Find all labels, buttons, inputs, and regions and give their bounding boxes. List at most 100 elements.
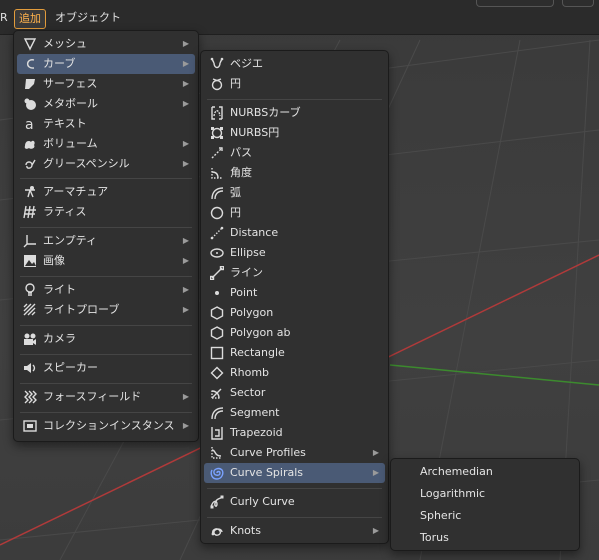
menu-item-sector[interactable]: Sector: [204, 383, 385, 403]
menu-item-polygon-ab[interactable]: Polygon ab: [204, 323, 385, 343]
menu-item-light-probe[interactable]: ライトプローブ ▶: [17, 300, 195, 320]
submenu-arrow-icon: ▶: [182, 236, 189, 245]
header-dropdown[interactable]: [476, 0, 554, 7]
menu-item-label: Curve Profiles: [230, 446, 306, 459]
menu-item-circle[interactable]: 円: [204, 203, 385, 223]
menu-item-line[interactable]: ライン: [204, 263, 385, 283]
menu-item-label: Segment: [230, 406, 280, 419]
menu-item-metaball[interactable]: メタボール ▶: [17, 94, 195, 114]
menu-item-spheric[interactable]: Spheric: [394, 506, 576, 526]
path-icon: [210, 146, 224, 160]
menu-item-surface[interactable]: サーフェス ▶: [17, 74, 195, 94]
camera-icon: [23, 332, 37, 346]
header-dropdown-small[interactable]: [562, 0, 594, 7]
force-field-icon: [23, 390, 37, 404]
menu-item-image[interactable]: 画像 ▶: [17, 251, 195, 271]
menu-item-label: ラティス: [43, 205, 87, 218]
menu-item-label: Torus: [420, 531, 449, 544]
menu-item-armature[interactable]: アーマチュア: [17, 182, 195, 202]
menu-item-volume[interactable]: ボリューム ▶: [17, 134, 195, 154]
menu-item-nurbs-curve[interactable]: NURBSカーブ: [204, 103, 385, 123]
menu-item-label: ライトプローブ: [43, 303, 120, 316]
menu-item-curve[interactable]: カーブ ▶: [17, 54, 195, 74]
armature-icon: [23, 185, 37, 199]
menu-item-label: Rhomb: [230, 366, 270, 379]
menu-item-segment[interactable]: Segment: [204, 403, 385, 423]
menu-item-label: カーブ: [43, 57, 76, 70]
polygon-icon: [210, 306, 224, 320]
menu-item-torus[interactable]: Torus: [394, 528, 576, 548]
menu-item-angle[interactable]: 角度: [204, 163, 385, 183]
menu-item-nurbs-circle[interactable]: NURBS円: [204, 123, 385, 143]
menu-separator: [207, 99, 382, 100]
object-menu-button[interactable]: オブジェクト: [55, 9, 121, 27]
volume-icon: [23, 137, 37, 151]
submenu-arrow-icon: ▶: [182, 285, 189, 294]
menu-item-grease-pencil[interactable]: グリースペンシル ▶: [17, 154, 195, 174]
menu-item-bezier[interactable]: ベジエ: [204, 54, 385, 74]
menu-separator: [20, 178, 192, 179]
menu-item-label: メッシュ: [43, 37, 87, 50]
svg-text:a: a: [25, 117, 34, 131]
menu-separator: [207, 517, 382, 518]
menu-item-bezier-circle[interactable]: 円: [204, 74, 385, 94]
light-probe-icon: [23, 303, 37, 317]
circle-icon: [210, 206, 224, 220]
menu-item-label: 画像: [43, 254, 65, 267]
menu-item-curve-spirals[interactable]: Curve Spirals ▶: [204, 463, 385, 483]
menu-item-rhomb[interactable]: Rhomb: [204, 363, 385, 383]
menu-item-speaker[interactable]: スピーカー: [17, 358, 195, 378]
menu-item-label: グリースペンシル: [43, 157, 130, 170]
mesh-icon: [23, 37, 37, 51]
menu-item-mesh[interactable]: メッシュ ▶: [17, 34, 195, 54]
menu-item-arc[interactable]: 弧: [204, 183, 385, 203]
submenu-arrow-icon: ▶: [182, 305, 189, 314]
menu-item-knots[interactable]: Knots ▶: [204, 521, 385, 541]
menu-item-curve-profiles[interactable]: Curve Profiles ▶: [204, 443, 385, 463]
curve-profiles-icon: [210, 446, 224, 460]
menu-item-label: Polygon: [230, 306, 274, 319]
menu-item-rectangle[interactable]: Rectangle: [204, 343, 385, 363]
menu-item-ellipse[interactable]: Ellipse: [204, 243, 385, 263]
menu-item-label: Point: [230, 286, 258, 299]
collection-instance-icon: [23, 419, 37, 433]
curve-spirals-submenu: Archemedian Logarithmic Spheric Torus: [390, 458, 580, 551]
menu-item-path[interactable]: パス: [204, 143, 385, 163]
point-icon: [210, 286, 224, 300]
menu-item-label: Logarithmic: [420, 487, 486, 500]
menu-item-label: コレクションインスタンス: [43, 419, 175, 432]
submenu-arrow-icon: ▶: [372, 468, 379, 477]
menu-item-point[interactable]: Point: [204, 283, 385, 303]
menu-item-label: Trapezoid: [230, 426, 283, 439]
menu-item-label: Polygon ab: [230, 326, 291, 339]
menu-item-logarithmic[interactable]: Logarithmic: [394, 484, 576, 504]
add-menu-button[interactable]: 追加: [14, 9, 46, 29]
curve-submenu: ベジエ円 NURBSカーブ NURBS円 パス 角度弧円 Distance Ellipse ラ…: [200, 50, 389, 544]
menu-item-label: ベジエ: [230, 57, 263, 70]
menu-item-collection-instance[interactable]: コレクションインスタンス ▶: [17, 416, 195, 436]
submenu-arrow-icon: ▶: [182, 79, 189, 88]
submenu-arrow-icon: ▶: [182, 256, 189, 265]
header-menu-fragment[interactable]: R: [0, 9, 8, 27]
menu-item-label: アーマチュア: [43, 185, 109, 198]
menu-item-label: Rectangle: [230, 346, 285, 359]
menu-item-force-field[interactable]: フォースフィールド ▶: [17, 387, 195, 407]
menu-item-light[interactable]: ライト ▶: [17, 280, 195, 300]
menu-item-archemedian[interactable]: Archemedian: [394, 462, 576, 482]
menu-item-text[interactable]: a テキスト: [17, 114, 195, 134]
nurbs-curve-icon: [210, 106, 224, 120]
menu-item-trapezoid[interactable]: Trapezoid: [204, 423, 385, 443]
spiral-icon: [210, 466, 224, 480]
rectangle-icon: [210, 346, 224, 360]
menu-item-camera[interactable]: カメラ: [17, 329, 195, 349]
menu-item-lattice[interactable]: ラティス: [17, 202, 195, 222]
submenu-arrow-icon: ▶: [182, 159, 189, 168]
menu-item-curly-curve[interactable]: Curly Curve: [204, 492, 385, 512]
menu-item-label: Sector: [230, 386, 266, 399]
menu-item-empty[interactable]: エンプティ ▶: [17, 231, 195, 251]
angle-icon: [210, 166, 224, 180]
menu-item-distance[interactable]: Distance: [204, 223, 385, 243]
menu-item-polygon[interactable]: Polygon: [204, 303, 385, 323]
menu-separator: [20, 412, 192, 413]
light-icon: [23, 283, 37, 297]
